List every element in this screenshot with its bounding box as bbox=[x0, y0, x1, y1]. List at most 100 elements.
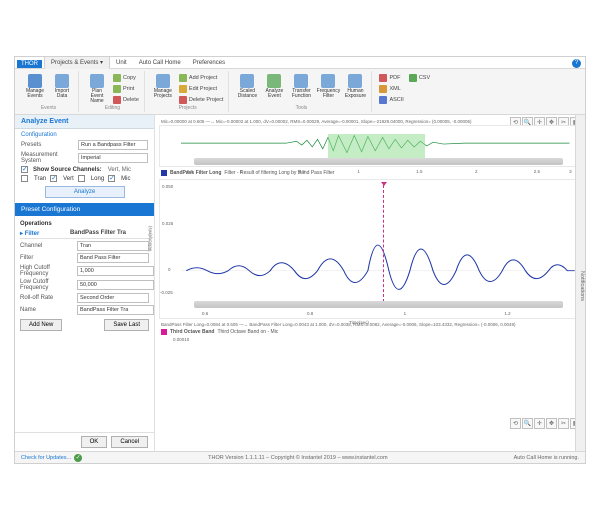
plus-icon bbox=[179, 74, 187, 82]
delete-project-button[interactable]: Delete Project bbox=[177, 95, 226, 105]
ribbon: ManageEvents ImportData Events PlanEvent… bbox=[15, 69, 585, 115]
group-label: Editing bbox=[81, 105, 144, 111]
edit-project-button[interactable]: Edit Project bbox=[177, 84, 226, 94]
ops-title: Operations bbox=[20, 221, 149, 227]
ops-header: ▸ FilterBandPass Filter Tra bbox=[20, 229, 149, 239]
transfer-function-button[interactable]: TransferFunction bbox=[288, 71, 314, 102]
copy-icon bbox=[113, 74, 121, 82]
csv-icon bbox=[409, 74, 417, 82]
check-updates-link[interactable]: Check for Updates... bbox=[21, 455, 71, 461]
notifications-panel[interactable]: Notifications bbox=[575, 115, 585, 451]
long-checkbox[interactable] bbox=[78, 175, 85, 182]
app-tag: THOR bbox=[17, 60, 42, 68]
export-csv-button[interactable]: CSV bbox=[407, 73, 432, 83]
ruler-icon bbox=[240, 74, 254, 88]
pan-icon[interactable]: ✥ bbox=[546, 418, 557, 429]
chart1-scrollbar[interactable] bbox=[194, 158, 564, 165]
add-project-button[interactable]: Add Project bbox=[177, 73, 226, 83]
grid-icon bbox=[28, 74, 42, 88]
low-input[interactable] bbox=[77, 280, 154, 290]
status-center: THOR Version 1.1.1.11 – Copyright © Inst… bbox=[82, 455, 513, 461]
tran-checkbox[interactable] bbox=[21, 175, 28, 182]
tab-autocall[interactable]: Auto Call Home bbox=[133, 58, 187, 68]
preset-config-header: Preset Configuration bbox=[15, 203, 154, 216]
export-ascii-button[interactable]: ASCII bbox=[377, 95, 405, 105]
filter-icon bbox=[321, 74, 335, 88]
manage-events-button[interactable]: ManageEvents bbox=[22, 71, 48, 102]
show-source-checkbox[interactable] bbox=[21, 166, 28, 173]
chart-bandpass[interactable]: 0.050 0.025 0 -0.025 Velocity(in/s) 0.60… bbox=[159, 179, 581, 319]
import-icon bbox=[55, 74, 69, 88]
status-bar: Check for Updates...✓ THOR Version 1.1.1… bbox=[15, 451, 585, 463]
bandpass-waveform bbox=[160, 180, 580, 318]
copy-button[interactable]: Copy bbox=[111, 73, 141, 83]
tab-projects[interactable]: Projects & Events ▾ bbox=[44, 56, 110, 69]
mic-checkbox[interactable] bbox=[108, 175, 115, 182]
cursor-marker[interactable] bbox=[383, 185, 384, 302]
addnew-button[interactable]: Add New bbox=[20, 319, 62, 331]
txt-icon bbox=[379, 96, 387, 104]
vert-checkbox[interactable] bbox=[50, 175, 57, 182]
print-button[interactable]: Print bbox=[111, 84, 141, 94]
name-input[interactable] bbox=[77, 305, 154, 315]
meas-select[interactable]: Imperial bbox=[78, 153, 148, 163]
channel-select[interactable]: Tran bbox=[77, 241, 149, 251]
check-icon: ✓ bbox=[74, 454, 82, 462]
chart2-scrollbar[interactable] bbox=[194, 301, 564, 308]
presets-label: Presets bbox=[21, 142, 75, 148]
print-icon bbox=[113, 85, 121, 93]
highlight-region bbox=[328, 134, 425, 158]
plan-event-button[interactable]: PlanEvent Name bbox=[84, 71, 110, 107]
legend-name: BandPass Filter Long bbox=[170, 170, 221, 176]
delete-button[interactable]: Delete bbox=[111, 95, 141, 105]
group-label: Projects bbox=[147, 105, 229, 111]
chart2-info: BandPass Filter Long=0.0084 at 0.605 —→ … bbox=[159, 321, 581, 328]
cancel-button[interactable]: Cancel bbox=[111, 436, 148, 448]
high-input[interactable] bbox=[77, 266, 154, 276]
frequency-filter-button[interactable]: FrequencyFilter bbox=[315, 71, 341, 102]
import-data-button[interactable]: ImportData bbox=[49, 71, 75, 102]
ok-button[interactable]: OK bbox=[81, 436, 108, 448]
chart-mic[interactable]: -0.500.511.522.53 bbox=[159, 125, 581, 167]
pencil-icon bbox=[179, 85, 187, 93]
human-exposure-button[interactable]: HumanExposure bbox=[342, 71, 368, 102]
wave-icon bbox=[294, 74, 308, 88]
delete-icon bbox=[113, 96, 121, 104]
left-panel: Analyze Event Configuration PresetsRun a… bbox=[15, 115, 155, 451]
person-icon bbox=[348, 74, 362, 88]
chart2-toolbar: ⟲🔍✛✥✂▦ bbox=[510, 418, 581, 429]
group-label: Tools bbox=[231, 105, 371, 111]
chart3-val: 0.00010 bbox=[159, 336, 581, 343]
tab-preferences[interactable]: Preferences bbox=[187, 58, 231, 68]
pdf-icon bbox=[379, 74, 387, 82]
rolloff-select[interactable]: Second Order bbox=[77, 293, 149, 303]
legend-desc: Third Octave Band on - Mic bbox=[217, 329, 278, 335]
cut-icon[interactable]: ✂ bbox=[558, 418, 569, 429]
tab-bar: THOR Projects & Events ▾ Unit Auto Call … bbox=[15, 57, 585, 69]
xml-icon bbox=[379, 85, 387, 93]
filter-select[interactable]: Band Pass Filter bbox=[77, 253, 149, 263]
legend-box bbox=[161, 170, 167, 176]
status-right: Auto Call Home is running. bbox=[514, 455, 579, 461]
legend-box bbox=[161, 329, 167, 335]
x-icon bbox=[179, 96, 187, 104]
analyze-title: Analyze Event bbox=[15, 115, 154, 129]
scaled-distance-button[interactable]: ScaledDistance bbox=[234, 71, 260, 102]
presets-select[interactable]: Run a Bandpass Filter bbox=[78, 140, 148, 150]
savelast-button[interactable]: Save Last bbox=[104, 319, 149, 331]
reset-icon[interactable]: ⟲ bbox=[510, 418, 521, 429]
show-source-label: Show Source Channels: bbox=[33, 167, 102, 173]
meas-label: Measurement System bbox=[21, 152, 75, 164]
cursor-icon[interactable]: ✛ bbox=[534, 418, 545, 429]
config-header: Configuration bbox=[21, 132, 148, 138]
manage-projects-button[interactable]: ManageProjects bbox=[150, 71, 176, 102]
group-label: Events bbox=[19, 105, 78, 111]
zoom-icon[interactable]: 🔍 bbox=[522, 418, 533, 429]
help-icon[interactable]: ? bbox=[572, 59, 581, 68]
export-pdf-button[interactable]: PDF bbox=[377, 73, 405, 83]
search-icon bbox=[267, 74, 281, 88]
export-xml-button[interactable]: XML bbox=[377, 84, 405, 94]
analyze-event-button[interactable]: AnalyzeEvent bbox=[261, 71, 287, 102]
analyze-button[interactable]: Analyze bbox=[45, 186, 125, 198]
tab-unit[interactable]: Unit bbox=[110, 58, 133, 68]
